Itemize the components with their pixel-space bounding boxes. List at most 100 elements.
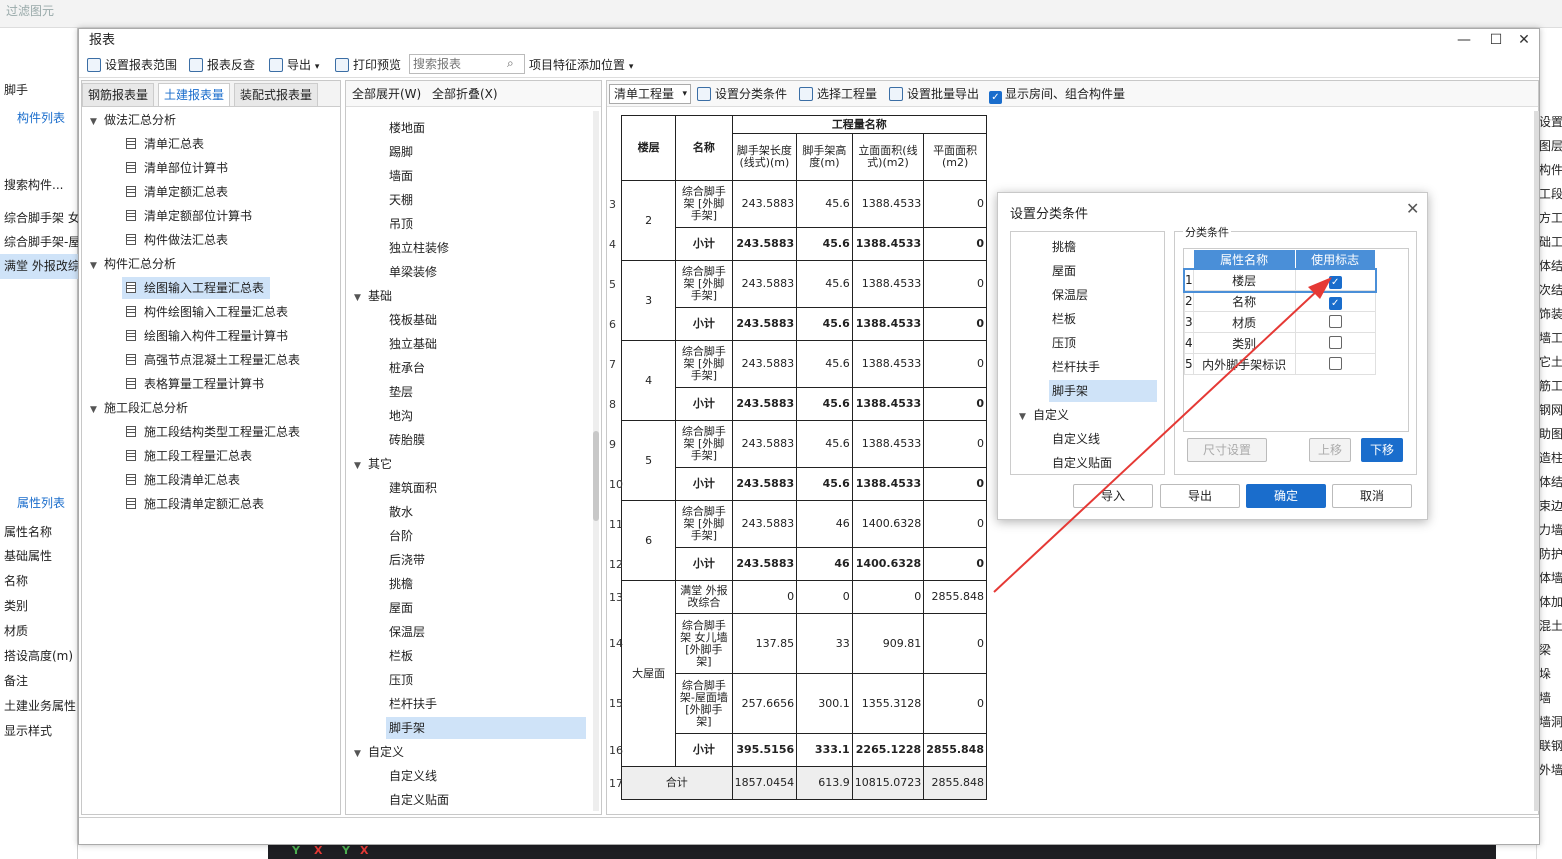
table-row[interactable]: 综合脚手架 女儿墙[外脚手架] 137.85 33 909.81 0 bbox=[622, 613, 987, 674]
tree-item[interactable]: 压顶 bbox=[1049, 332, 1076, 354]
bg-right-item[interactable]: 墙洞 bbox=[1539, 710, 1562, 734]
tree-item[interactable]: 脚手架 bbox=[1049, 380, 1157, 402]
tree-item[interactable]: 自定义线 bbox=[386, 765, 437, 787]
unchecked-checkbox[interactable] bbox=[1328, 357, 1342, 370]
ok-button[interactable]: 确定 bbox=[1246, 484, 1326, 508]
bg-right-item[interactable]: 垛 bbox=[1539, 662, 1562, 686]
minimize-icon[interactable]: — bbox=[1451, 29, 1477, 52]
bg-right-item[interactable]: 体结 bbox=[1539, 470, 1562, 494]
report-item[interactable]: 施工段工程量汇总表 bbox=[122, 445, 258, 467]
report-item[interactable]: 绘图输入工程量汇总表 bbox=[122, 277, 271, 299]
tree-item[interactable]: 吊顶 bbox=[386, 213, 413, 235]
set-report-range-button[interactable]: 设置报表范围 bbox=[87, 56, 177, 74]
tree-item[interactable]: 墙面 bbox=[386, 165, 413, 187]
tab-rebar-report[interactable]: 钢筋报表量 bbox=[82, 83, 155, 106]
bg-right-item[interactable]: 钢网 bbox=[1539, 398, 1562, 422]
report-item[interactable]: 清单定额汇总表 bbox=[122, 181, 234, 203]
tree-item[interactable]: 自定义贴面 bbox=[1049, 452, 1112, 474]
condition-row[interactable]: 2 名称 ✓ bbox=[1184, 290, 1376, 312]
move-up-button[interactable]: 上移 bbox=[1309, 438, 1351, 462]
bg-left-item[interactable]: 材质 bbox=[0, 619, 78, 644]
bg-right-item[interactable]: 筋工 bbox=[1539, 374, 1562, 398]
bg-right-item[interactable]: 它土 bbox=[1539, 350, 1562, 374]
table-row[interactable]: 3 综合脚手架 [外脚手架] 243.5883 45.6 1388.4533 0 bbox=[620, 260, 987, 341]
tree-item[interactable]: 压顶 bbox=[386, 669, 413, 691]
tree-item[interactable]: 保温层 bbox=[386, 621, 425, 643]
unchecked-checkbox[interactable] bbox=[1328, 336, 1342, 349]
report-item[interactable]: 清单部位计算书 bbox=[122, 157, 234, 179]
report-item[interactable]: 清单定额部位计算书 bbox=[122, 205, 258, 227]
bg-left-item[interactable]: 显示样式 bbox=[0, 719, 78, 744]
report-item[interactable]: 构件绘图输入工程量汇总表 bbox=[122, 301, 294, 323]
expand-arrow-icon[interactable]: ▼ bbox=[354, 287, 368, 309]
table-row[interactable]: 小计 395.5156 333.1 2265.1228 2855.848 bbox=[622, 733, 987, 767]
scroll-thumb[interactable] bbox=[593, 431, 599, 521]
tree-item[interactable]: 屋面 bbox=[1049, 260, 1076, 282]
table-row[interactable]: 综合脚手架-屋面墙[外脚手架] 257.6656 300.1 1355.3128 0 bbox=[622, 673, 987, 734]
tree-scrollbar[interactable] bbox=[593, 111, 599, 811]
expand-arrow-icon[interactable]: ▼ bbox=[354, 455, 368, 477]
bg-right-item[interactable]: 设置 bbox=[1539, 110, 1562, 134]
tab-prefab-report[interactable]: 装配式报表量 bbox=[234, 83, 319, 106]
tree-item[interactable]: 栏杆扶手 bbox=[1049, 356, 1100, 378]
expand-arrow-icon[interactable]: ▼ bbox=[90, 111, 104, 133]
bg-right-item[interactable]: 梁 bbox=[1539, 638, 1562, 662]
bg-right-item[interactable]: 防护 bbox=[1539, 542, 1562, 566]
tree-item[interactable]: 单梁装修 bbox=[386, 261, 437, 283]
tree-item[interactable]: 垫层 bbox=[386, 381, 413, 403]
tree-item[interactable]: 建筑面积 bbox=[386, 477, 437, 499]
bg-right-item[interactable]: 体结 bbox=[1539, 254, 1562, 278]
bg-right-item[interactable]: 联钢 bbox=[1539, 734, 1562, 758]
tree-item[interactable]: 屋面 bbox=[386, 597, 413, 619]
export-button[interactable]: 导出 ▾ bbox=[269, 56, 319, 74]
checked-checkbox[interactable]: ✓ bbox=[1328, 296, 1342, 310]
select-quantity-button[interactable]: 选择工程量 bbox=[799, 85, 877, 103]
tree-item[interactable]: 散水 bbox=[386, 501, 413, 523]
bg-left-item[interactable]: 综合脚手架-屋 bbox=[0, 230, 78, 255]
table-row[interactable]: 小计 243.5883 46 1400.6328 0 bbox=[622, 547, 987, 581]
report-item[interactable]: 表格算量工程量计算书 bbox=[122, 373, 270, 395]
table-row[interactable]: 4 综合脚手架 [外脚手架] 243.5883 45.6 1388.4533 0 bbox=[620, 340, 987, 421]
collapse-all-button[interactable]: 全部折叠(X) bbox=[432, 85, 498, 103]
tree-group[interactable]: ▼ 其它 bbox=[354, 453, 392, 475]
export-button[interactable]: 导出 bbox=[1160, 484, 1240, 508]
bg-left-item[interactable]: 类别 bbox=[0, 594, 78, 619]
condition-row[interactable]: 3 材质 bbox=[1184, 311, 1376, 333]
bg-left-item[interactable]: 名称 bbox=[0, 569, 78, 594]
tree-group[interactable]: ▼ 自定义 bbox=[1019, 404, 1069, 426]
bg-right-item[interactable]: 图层 bbox=[1539, 134, 1562, 158]
bg-left-item[interactable]: 综合脚手架 女 bbox=[0, 206, 78, 231]
report-group[interactable]: ▼ 构件汇总分析 bbox=[90, 253, 176, 275]
bg-left-item[interactable]: 脚手 bbox=[0, 78, 78, 103]
table-row[interactable]: 小计 243.5883 45.6 1388.4533 0 bbox=[622, 387, 987, 421]
tree-item[interactable]: 桩承台 bbox=[386, 357, 425, 379]
bg-right-item[interactable]: 墙工 bbox=[1539, 326, 1562, 350]
tree-item[interactable]: 挑檐 bbox=[1049, 236, 1076, 258]
report-item[interactable]: 施工段清单汇总表 bbox=[122, 469, 246, 491]
bg-right-item[interactable]: 束边 bbox=[1539, 494, 1562, 518]
tab-civil-report[interactable]: 土建报表量 bbox=[158, 83, 231, 106]
bg-left-item[interactable]: 基础属性 bbox=[0, 544, 78, 569]
bg-left-item[interactable]: 搭设高度(m) bbox=[0, 644, 78, 669]
report-scrollbar[interactable] bbox=[1534, 111, 1539, 811]
tree-item[interactable]: 后浇带 bbox=[386, 549, 425, 571]
condition-row[interactable]: 1 楼层 ✓ bbox=[1182, 267, 1378, 293]
tree-item[interactable]: 挑檐 bbox=[386, 573, 413, 595]
table-row[interactable]: 小计 243.5883 45.6 1388.4533 0 bbox=[622, 467, 987, 501]
tree-item[interactable]: 砖胎膜 bbox=[386, 429, 425, 451]
move-down-button[interactable]: 下移 bbox=[1361, 438, 1403, 462]
bg-left-item[interactable]: 属性列表 bbox=[0, 491, 78, 516]
report-item[interactable]: 施工段结构类型工程量汇总表 bbox=[122, 421, 306, 443]
table-row[interactable]: 小计 243.5883 45.6 1388.4533 0 bbox=[622, 307, 987, 341]
tree-group[interactable]: ▼ 基础 bbox=[354, 285, 392, 307]
tree-item[interactable]: 台阶 bbox=[386, 525, 413, 547]
bg-right-item[interactable]: 工段 bbox=[1539, 182, 1562, 206]
checked-checkbox[interactable]: ✓ bbox=[1328, 275, 1342, 289]
bg-right-item[interactable]: 础工 bbox=[1539, 230, 1562, 254]
table-row[interactable]: 2 综合脚手架 [外脚手架] 243.5883 45.6 1388.4533 0 bbox=[620, 180, 987, 261]
report-item[interactable]: 绘图输入构件工程量计算书 bbox=[122, 325, 294, 347]
bg-left-item[interactable]: 满堂 外报改综 bbox=[0, 254, 78, 279]
bg-right-item[interactable]: 方工 bbox=[1539, 206, 1562, 230]
expand-arrow-icon[interactable]: ▼ bbox=[90, 255, 104, 277]
bg-right-item[interactable]: 混土 bbox=[1539, 614, 1562, 638]
